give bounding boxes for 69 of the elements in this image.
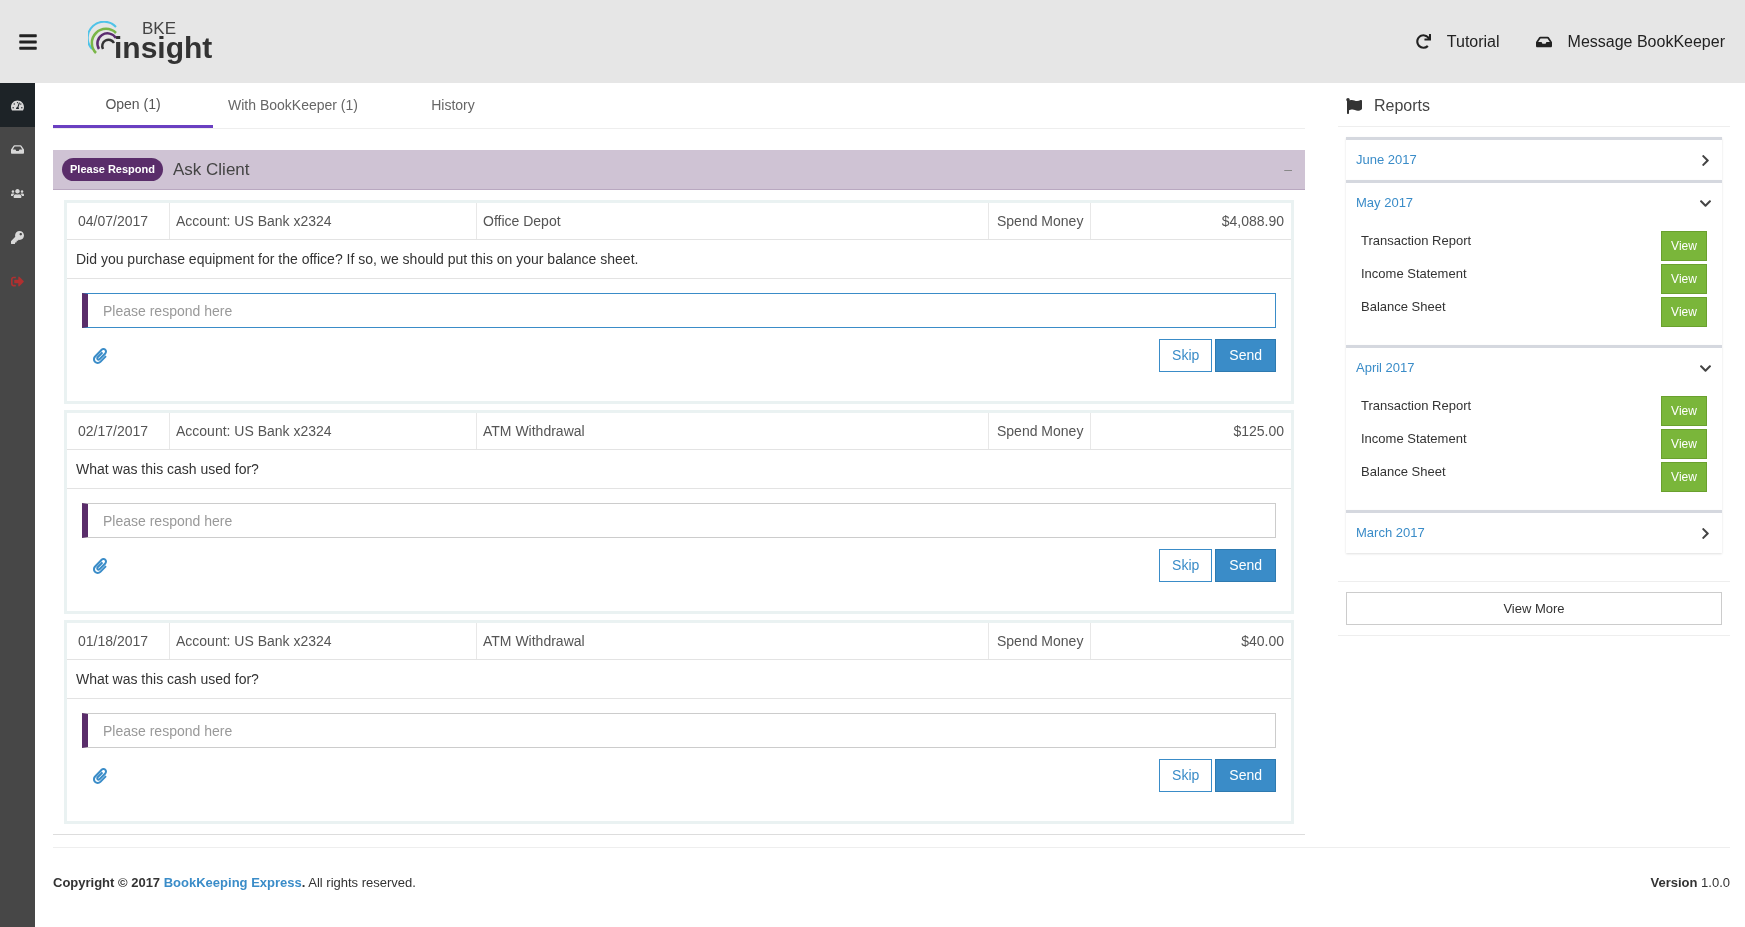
view-button[interactable]: View xyxy=(1661,396,1707,426)
payee-cell: ATM Withdrawal xyxy=(477,413,989,449)
chevron-right-icon xyxy=(1699,153,1712,167)
view-more-button[interactable]: View More xyxy=(1346,592,1722,625)
logout-icon xyxy=(11,274,24,288)
skip-button[interactable]: Skip xyxy=(1159,759,1213,792)
response-field[interactable]: Please respond here xyxy=(82,713,1276,748)
report-name: Income Statement xyxy=(1361,265,1467,283)
month-header[interactable]: March 2017 xyxy=(1346,513,1722,553)
copyright-text: Copyright © 2017 BookKeeping Express. All rights reserved. xyxy=(53,873,416,892)
report-name: Income Statement xyxy=(1361,430,1467,448)
flag-icon xyxy=(1346,97,1362,114)
payee-cell: Office Depot xyxy=(477,203,989,239)
account-cell: Account: US Bank x2324 xyxy=(170,413,477,449)
view-button[interactable]: View xyxy=(1661,297,1707,327)
date-cell: 02/17/2017 xyxy=(67,413,170,449)
refresh-icon xyxy=(1415,34,1431,49)
month-header[interactable]: May 2017 xyxy=(1346,183,1722,223)
sidebar-item[interactable] xyxy=(0,83,35,127)
payee-cell: ATM Withdrawal xyxy=(477,623,989,659)
key-icon xyxy=(11,230,24,244)
report-name: Transaction Report xyxy=(1361,232,1472,250)
send-button[interactable]: Send xyxy=(1215,759,1276,792)
amount-cell-text: $40.00 xyxy=(1240,631,1285,651)
panel-title: Ask Client xyxy=(173,158,250,181)
message-button[interactable]: Message BookKeeper xyxy=(1535,29,1725,54)
attach-button[interactable] xyxy=(92,767,108,784)
inbox-icon xyxy=(11,142,24,156)
account-cell: Account: US Bank x2324 xyxy=(170,203,477,239)
send-button[interactable]: Send xyxy=(1215,339,1276,372)
type-cell: Spend Money xyxy=(989,413,1091,449)
view-button[interactable]: View xyxy=(1661,231,1707,261)
amount-cell-text: $125.00 xyxy=(1232,421,1285,441)
month-header[interactable]: April 2017 xyxy=(1346,348,1722,388)
tab[interactable]: Open (1) xyxy=(53,83,213,128)
tab[interactable]: With BookKeeper (1) xyxy=(213,83,373,128)
type-cell: Spend Money xyxy=(989,203,1091,239)
chevron-right-icon xyxy=(1699,526,1712,540)
tab[interactable]: History xyxy=(373,83,533,128)
date-cell: 04/07/2017 xyxy=(67,203,170,239)
question-text: What was this cash used for? xyxy=(67,450,1291,489)
version-text: Version 1.0.0 xyxy=(1650,873,1730,892)
response-field[interactable]: Please respond here xyxy=(82,293,1276,328)
date-cell: 01/18/2017 xyxy=(67,623,170,659)
report-name: Balance Sheet xyxy=(1361,298,1446,316)
skip-button[interactable]: Skip xyxy=(1159,339,1213,372)
attach-button[interactable] xyxy=(92,557,108,574)
company-link[interactable]: BookKeeping Express xyxy=(163,874,302,890)
send-button[interactable]: Send xyxy=(1215,549,1276,582)
users-icon xyxy=(11,186,24,200)
view-button[interactable]: View xyxy=(1661,429,1707,459)
report-name: Balance Sheet xyxy=(1361,463,1446,481)
report-name: Transaction Report xyxy=(1361,397,1472,415)
reports-title: Reports xyxy=(1374,95,1431,116)
skip-button[interactable]: Skip xyxy=(1159,549,1213,582)
month-header[interactable]: June 2017 xyxy=(1346,140,1722,180)
tutorial-button[interactable]: Tutorial xyxy=(1415,29,1500,54)
question-text: Did you purchase equipment for the office? If so, we should put this on your balance sheet. xyxy=(67,240,1291,279)
type-cell: Spend Money xyxy=(989,623,1091,659)
view-button[interactable]: View xyxy=(1661,462,1707,492)
attach-button[interactable] xyxy=(92,347,108,364)
account-cell: Account: US Bank x2324 xyxy=(170,623,477,659)
dashboard-icon xyxy=(11,98,24,112)
question-text: What was this cash used for? xyxy=(67,660,1291,699)
response-field[interactable]: Please respond here xyxy=(82,503,1276,538)
amount-cell-text: $4,088.90 xyxy=(1220,211,1285,231)
collapse-button[interactable]: – xyxy=(1284,159,1296,180)
view-button[interactable]: View xyxy=(1661,264,1707,294)
status-badge: Please Respond xyxy=(62,158,163,181)
